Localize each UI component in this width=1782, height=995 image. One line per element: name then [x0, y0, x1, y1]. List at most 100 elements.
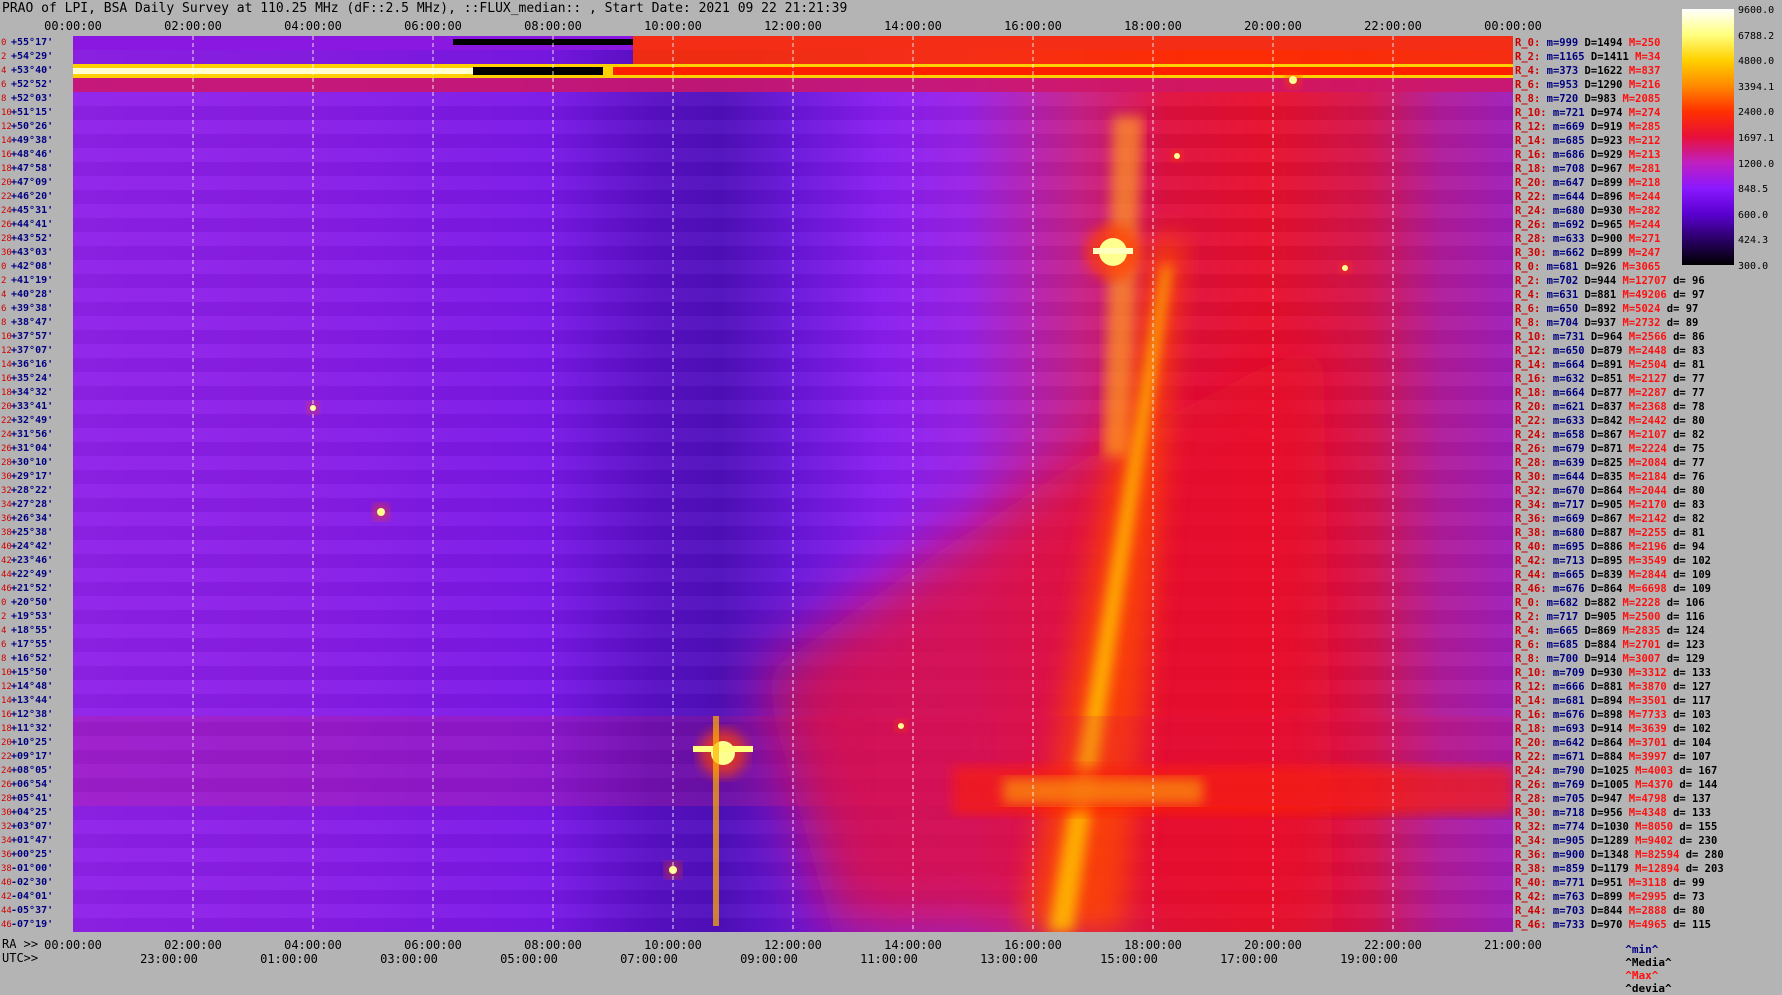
- ra-tick-label: 21:00:00: [1484, 938, 1542, 952]
- row-index: 28: [1, 234, 12, 244]
- stat-median: D=894: [1584, 695, 1623, 707]
- colorbar-tick-label: 300.0: [1738, 261, 1769, 272]
- stat-min: m=658: [1546, 429, 1585, 441]
- stat-max: M=2127: [1622, 373, 1667, 385]
- stat-min: m=709: [1546, 667, 1585, 679]
- utc-tick-label: 01:00:00: [260, 952, 318, 966]
- stat-row: R_16: m=676 D=898 M=7733 d= 103: [1515, 709, 1711, 721]
- stat-row: R_26: m=679 D=871 M=2224 d= 75: [1515, 443, 1705, 455]
- row-index: 32: [1, 822, 12, 832]
- stat-ring: R_44:: [1515, 905, 1547, 917]
- stat-max: M=2044: [1622, 485, 1667, 497]
- declination-label: +40°28': [11, 289, 54, 300]
- stat-median: D=881: [1584, 681, 1623, 693]
- stat-row: R_0: m=681 D=926 M=3065: [1515, 261, 1660, 273]
- declination-label: +35°24': [11, 373, 54, 384]
- stat-max: M=3118: [1622, 877, 1667, 889]
- stat-max: M=3065: [1616, 261, 1661, 273]
- stat-max: M=213: [1622, 149, 1661, 161]
- stat-max: M=250: [1622, 37, 1661, 49]
- stat-row: R_24: m=790 D=1025 M=4003 d= 167: [1515, 765, 1717, 777]
- row-index: 30: [1, 808, 12, 818]
- row-index: 8: [1, 94, 7, 104]
- point-source: [377, 508, 385, 516]
- colorbar-tick-label: 600.0: [1738, 209, 1769, 221]
- stat-min: m=686: [1546, 149, 1585, 161]
- stat-ring: R_10:: [1515, 667, 1547, 679]
- stat-median: D=896: [1584, 191, 1623, 203]
- stat-row: R_44: m=665 D=839 M=2844 d= 109: [1515, 569, 1711, 581]
- stat-max: M=5024: [1616, 303, 1661, 315]
- declination-label: +23°46': [11, 555, 54, 566]
- stat-row: R_30: m=644 D=835 M=2184 d= 76: [1515, 471, 1705, 483]
- stat-min: m=859: [1546, 863, 1585, 875]
- stat-min: m=680: [1546, 527, 1585, 539]
- stat-min: m=681: [1540, 261, 1579, 273]
- stat-devia: d= 77: [1666, 373, 1705, 385]
- stat-min: m=685: [1540, 639, 1579, 651]
- stat-devia: d= 76: [1666, 471, 1705, 483]
- stat-row: R_22: m=671 D=884 M=3997 d= 107: [1515, 751, 1711, 763]
- stat-devia: d= 124: [1660, 625, 1705, 637]
- stat-median: D=905: [1584, 499, 1623, 511]
- declination-label: +53°40': [11, 65, 54, 76]
- row-index: 20: [1, 402, 12, 412]
- declination-label: +48°46': [11, 149, 54, 160]
- stat-row: R_36: m=900 D=1348 M=82594 d= 280: [1515, 849, 1724, 861]
- declination-label: -04°01': [11, 891, 54, 902]
- row-index: 6: [1, 640, 7, 650]
- declination-label: +31°04': [11, 443, 54, 454]
- stat-max: M=2732: [1616, 317, 1661, 329]
- stat-devia: d= 103: [1666, 709, 1712, 721]
- stat-ring: R_46:: [1515, 583, 1547, 595]
- stat-row: R_46: m=676 D=864 M=6698 d= 109: [1515, 583, 1711, 595]
- legend-median: ^Media^: [1625, 956, 1672, 969]
- row-index: 20: [1, 178, 12, 188]
- stat-min: m=695: [1546, 541, 1585, 553]
- stat-max: M=2500: [1616, 611, 1661, 623]
- declination-label: +20°50': [11, 597, 54, 608]
- stat-devia: d= 81: [1666, 359, 1705, 371]
- utc-tick-label: 13:00:00: [980, 952, 1038, 966]
- stat-max: M=2844: [1622, 569, 1667, 581]
- declination-label: -02°30': [11, 877, 54, 888]
- stat-ring: R_36:: [1515, 849, 1547, 861]
- declination-label: +15°50': [11, 667, 54, 678]
- stat-median: D=974: [1584, 107, 1623, 119]
- stat-max: M=2368: [1622, 401, 1667, 413]
- stat-row: R_34: m=905 D=1289 M=9402 d= 230: [1515, 835, 1717, 847]
- ra-tick-label: 00:00:00: [44, 938, 102, 952]
- stat-devia: d= 129: [1660, 653, 1705, 665]
- stat-devia: d= 82: [1666, 513, 1705, 525]
- stat-max: M=285: [1622, 121, 1661, 133]
- stat-devia: d= 94: [1666, 541, 1705, 553]
- declination-label: +03°07': [11, 821, 54, 832]
- declination-label: +54°29': [11, 51, 54, 62]
- stat-median: D=951: [1584, 877, 1623, 889]
- stat-median: D=899: [1584, 891, 1623, 903]
- ra-tick-label: 08:00:00: [524, 938, 582, 952]
- declination-label: +10°25': [11, 737, 54, 748]
- stat-min: m=769: [1546, 779, 1585, 791]
- top-row-gap: [453, 39, 633, 45]
- stat-row: R_32: m=774 D=1030 M=8050 d= 155: [1515, 821, 1717, 833]
- stat-max: M=247: [1622, 247, 1661, 259]
- stat-median: D=879: [1584, 345, 1623, 357]
- stat-median: D=1005: [1584, 779, 1629, 791]
- stat-median: D=887: [1584, 527, 1623, 539]
- row-index: 4: [1, 626, 7, 636]
- colorbar-tick-label: 848.5: [1738, 184, 1769, 196]
- stat-max: M=3549: [1622, 555, 1667, 567]
- top-row-band: [633, 36, 1513, 64]
- stat-min: m=693: [1546, 723, 1585, 735]
- stat-ring: R_2:: [1515, 275, 1541, 287]
- row-index: 8: [1, 654, 7, 664]
- stat-median: D=837: [1584, 401, 1623, 413]
- stat-devia: d= 83: [1666, 499, 1705, 511]
- row-index: 34: [1, 500, 12, 510]
- stat-devia: d= 83: [1666, 345, 1705, 357]
- stat-max: M=2170: [1622, 499, 1667, 511]
- stat-ring: R_38:: [1515, 863, 1547, 875]
- stat-max: M=216: [1622, 79, 1661, 91]
- utc-tick-label: 11:00:00: [860, 952, 918, 966]
